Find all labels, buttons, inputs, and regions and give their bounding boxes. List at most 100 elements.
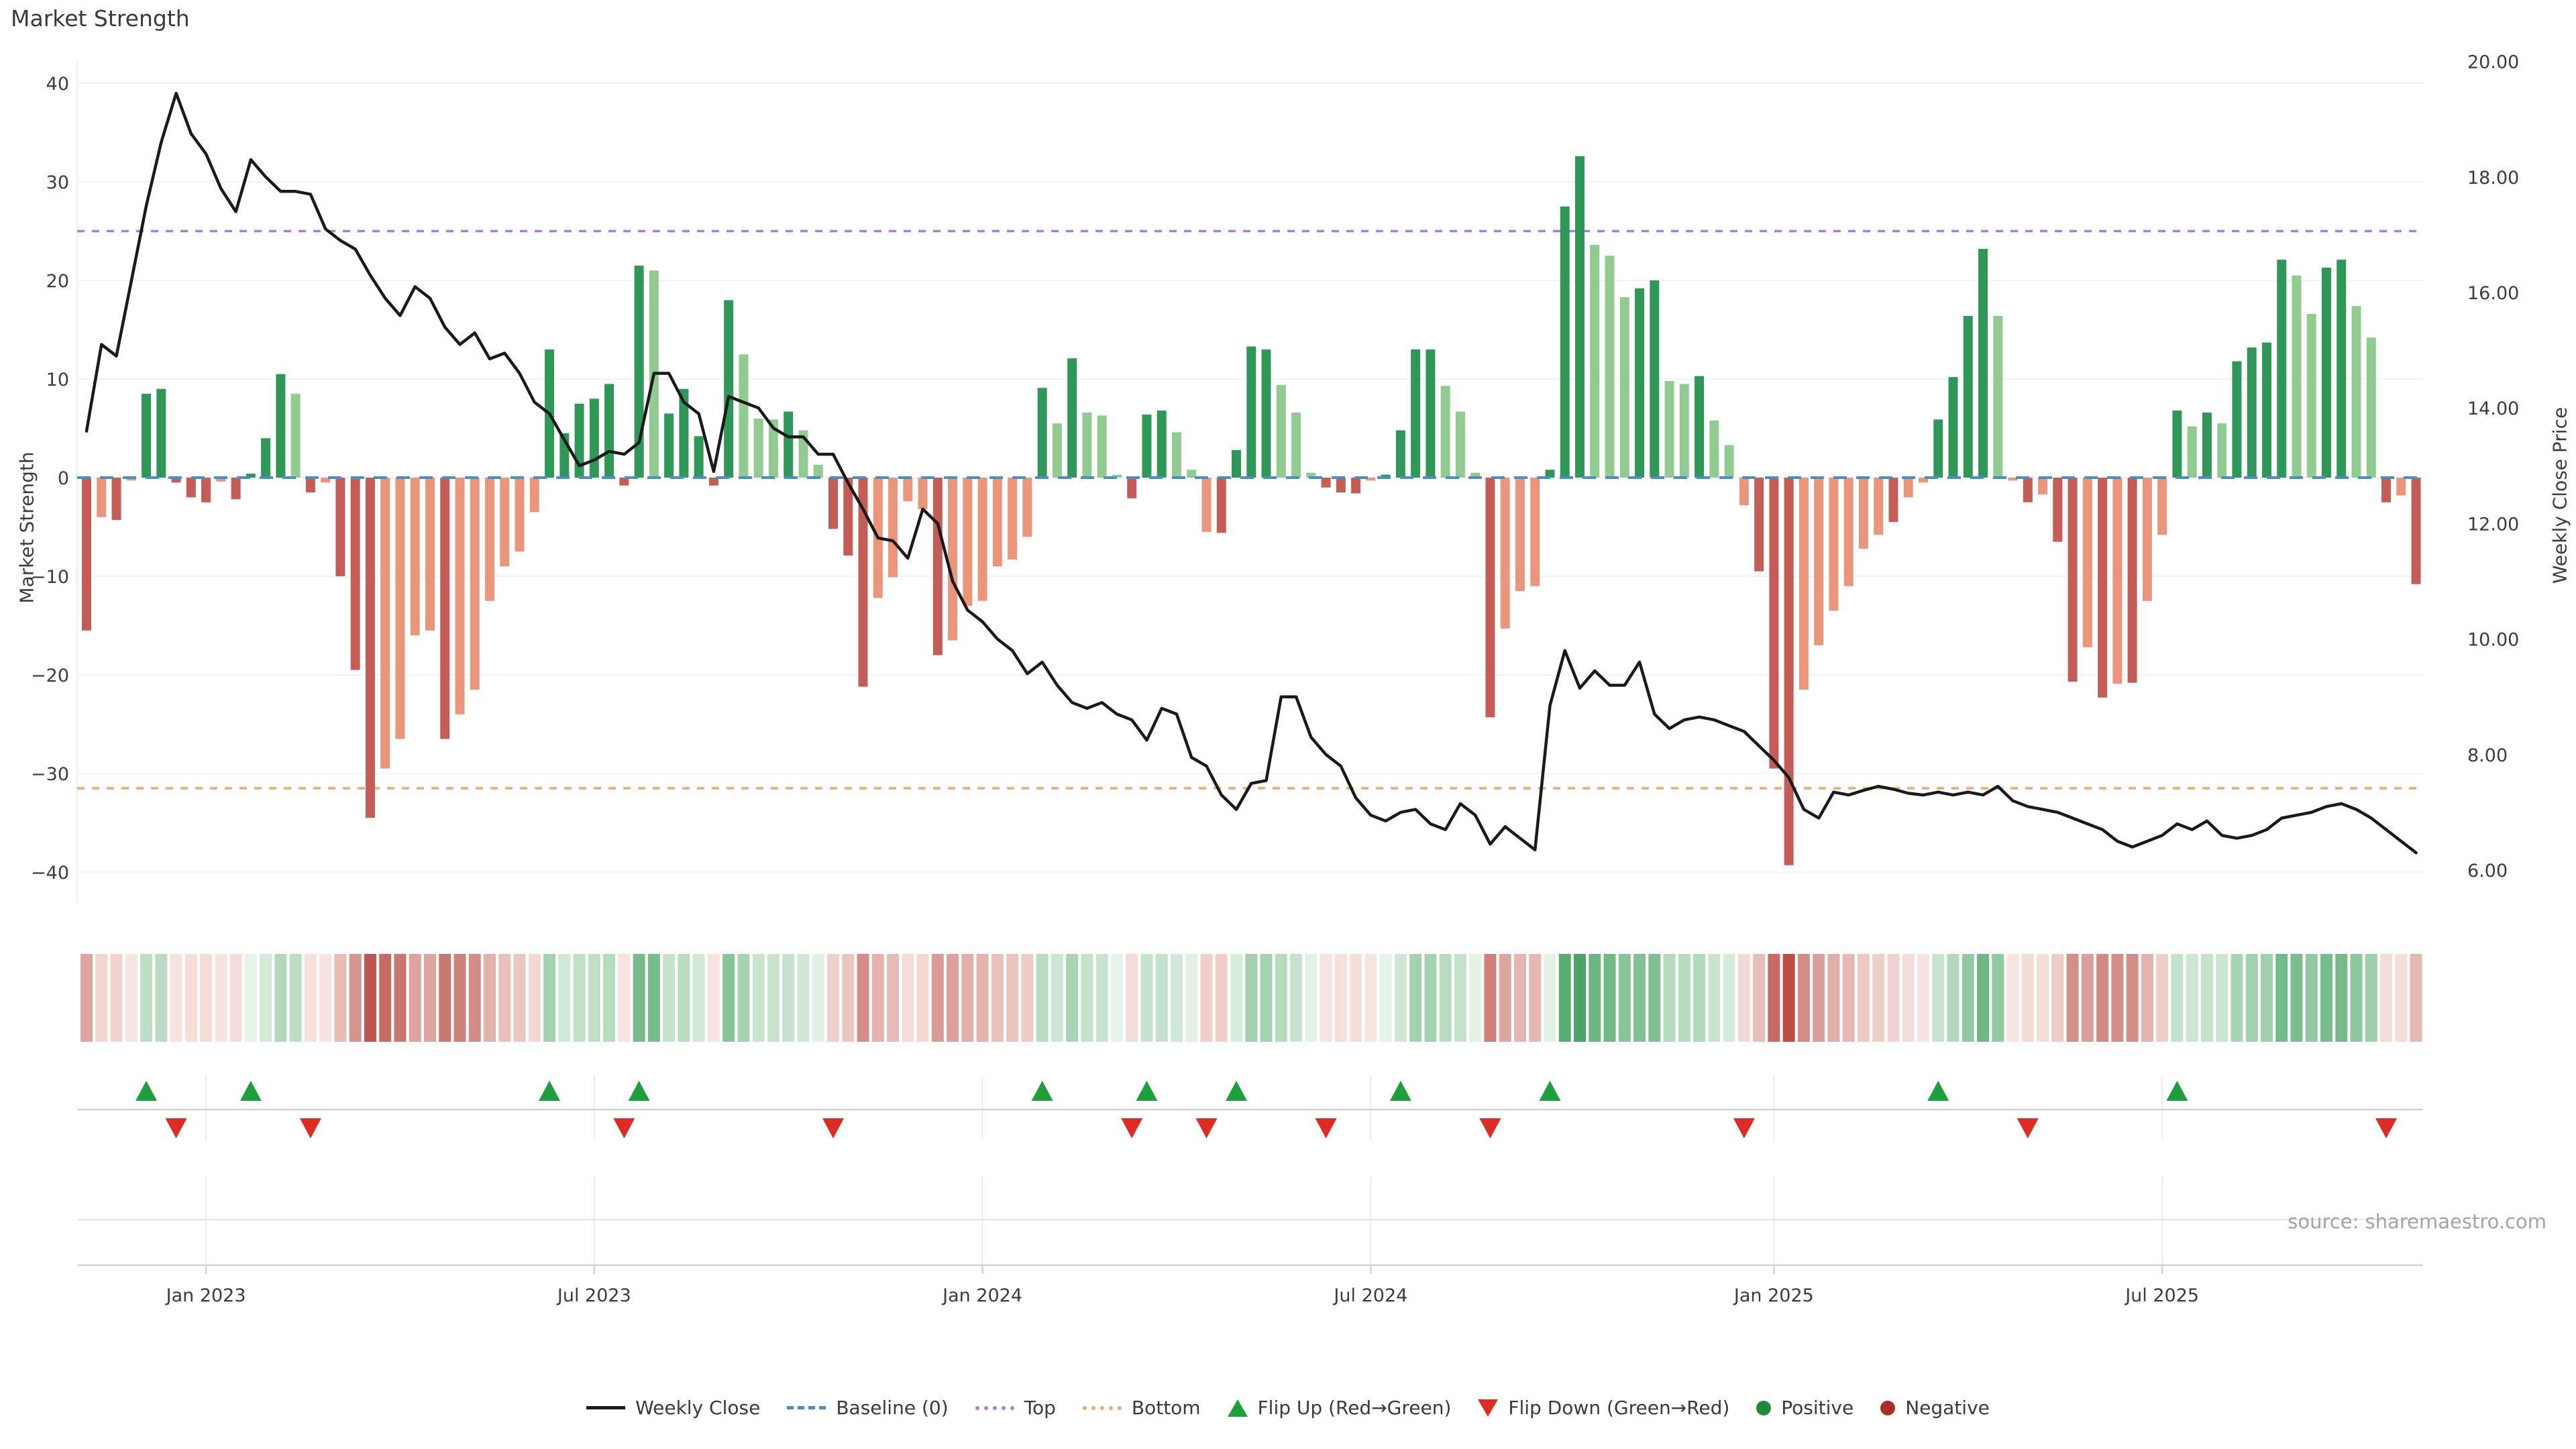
strength-bar [1142,415,1151,478]
heatmap-cell [977,954,989,1042]
legend-item-baseline-0[interactable]: Baseline (0) [787,1397,948,1419]
strength-bar [1964,316,1973,478]
left-axis-ticks: 403020100−10−20−30−40 [31,74,69,883]
strength-bar [2367,337,2376,478]
heatmap-cell [574,954,586,1042]
strength-bar [1082,413,1091,478]
strength-bar [500,478,509,566]
heatmap-cell [1006,954,1018,1042]
strength-bar [1933,419,1943,478]
left-axis-tick-label: 10 [46,370,69,390]
strength-bar [515,478,525,551]
heatmap-cell [1514,954,1526,1042]
circ-pos-swatch-icon [1756,1401,1771,1415]
heatmap-cell [1320,954,1332,1042]
legend-item-top[interactable]: Top [975,1397,1056,1419]
strength-bar [903,478,912,501]
legend-item-bottom[interactable]: Bottom [1083,1397,1201,1419]
heatmap-cell [1529,954,1541,1042]
heatmap-cell [902,954,914,1042]
heatmap-cell [1753,954,1765,1042]
strength-bar [455,478,465,714]
strength-bar [694,436,704,478]
strength-bar [1709,421,1719,478]
strength-bar [276,374,285,478]
heatmap-cell [125,954,138,1042]
strength-bar [1022,478,1032,537]
strength-bar [2396,478,2406,495]
strength-bar [2232,362,2241,478]
strength-bar [1411,350,1420,478]
heatmap-cell [588,954,600,1042]
strength-bar [1978,249,1988,478]
heatmap-cell [2186,954,2198,1042]
heatmap-cell [350,954,362,1042]
strength-bar [351,478,360,670]
circ-neg-swatch-icon [1880,1401,1895,1415]
heatmap-cell [1290,954,1302,1042]
heatmap-cell [558,954,570,1042]
legend-item-flip-up-red-green[interactable]: Flip Up (Red→Green) [1228,1397,1452,1419]
legend-item-positive[interactable]: Positive [1756,1397,1854,1419]
heatmap-cell [305,954,317,1042]
legend-item-negative[interactable]: Negative [1880,1397,1990,1419]
heatmap-cell [230,954,242,1042]
right-axis-tick-label: 10.00 [2467,630,2519,651]
strength-bar [1769,478,1778,769]
heatmap-cell [1424,954,1436,1042]
heatmap-cell [812,954,824,1042]
heatmap-cell [1798,954,1810,1042]
strength-bar [2322,268,2331,478]
heatmap-cell [1678,954,1690,1042]
strength-bar [1739,478,1749,505]
heatmap-cell [245,954,257,1042]
strength-bar [1202,478,1212,532]
flip-up-marker [240,1081,262,1101]
heatmap-cell [2395,954,2407,1042]
strength-bar [1127,478,1136,498]
right-axis-ticks: 20.0018.0016.0014.0012.0010.008.006.00 [2467,52,2519,881]
heatmap-cell [1619,954,1631,1042]
heatmap-cell [529,954,541,1042]
heatmap-cell [543,954,555,1042]
legend-item-weekly-close[interactable]: Weekly Close [586,1397,760,1419]
heatmap-cell [1185,954,1197,1042]
heatmap-cell [2365,954,2377,1042]
heatmap-cell [1738,954,1750,1042]
heatmap-cell [678,954,690,1042]
heatmap-cell [663,954,675,1042]
heatmap-cell [2335,954,2347,1042]
strength-bar [2352,306,2361,478]
left-axis-tick-label: −40 [31,863,69,883]
heatmap-cell [1305,954,1317,1042]
strength-bar [97,478,106,517]
heatmap-cell [1484,954,1496,1042]
chart-plot-area: 403020100−10−20−30−40 20.0018.0016.0014.0… [0,0,2576,1382]
heatmap-cell [1858,954,1870,1042]
heatmap-cell [2127,954,2139,1042]
legend-item-label: Baseline (0) [836,1397,948,1419]
heatmap-cell [827,954,839,1042]
heatmap-cell [1230,954,1242,1042]
legend-item-label: Bottom [1132,1397,1201,1419]
heatmap-cell [917,954,929,1042]
heatmap-cell [514,954,526,1042]
heatmap-cell [991,954,1004,1042]
strength-bar [2128,478,2137,683]
x-axis-tick-label: Jan 2023 [165,1285,246,1306]
heatmap-cell [80,954,93,1042]
legend-item-flip-down-green-red[interactable]: Flip Down (Green→Red) [1478,1397,1729,1419]
heatmap-cell [1962,954,1974,1042]
heatmap-cell [1126,954,1138,1042]
dash-swatch-icon [787,1406,826,1409]
heatmap-cell [2082,954,2094,1042]
x-axis-tick-label: Jul 2025 [2124,1285,2199,1306]
heatmap-cell [424,954,436,1042]
strength-bar [156,389,166,478]
heatmap-cell [2096,954,2108,1042]
strength-bar [1725,445,1734,478]
heatmap-cell [1872,954,1884,1042]
heatmap-cell [1096,954,1108,1042]
strength-bar [1441,386,1450,478]
strength-bar [2381,478,2391,502]
